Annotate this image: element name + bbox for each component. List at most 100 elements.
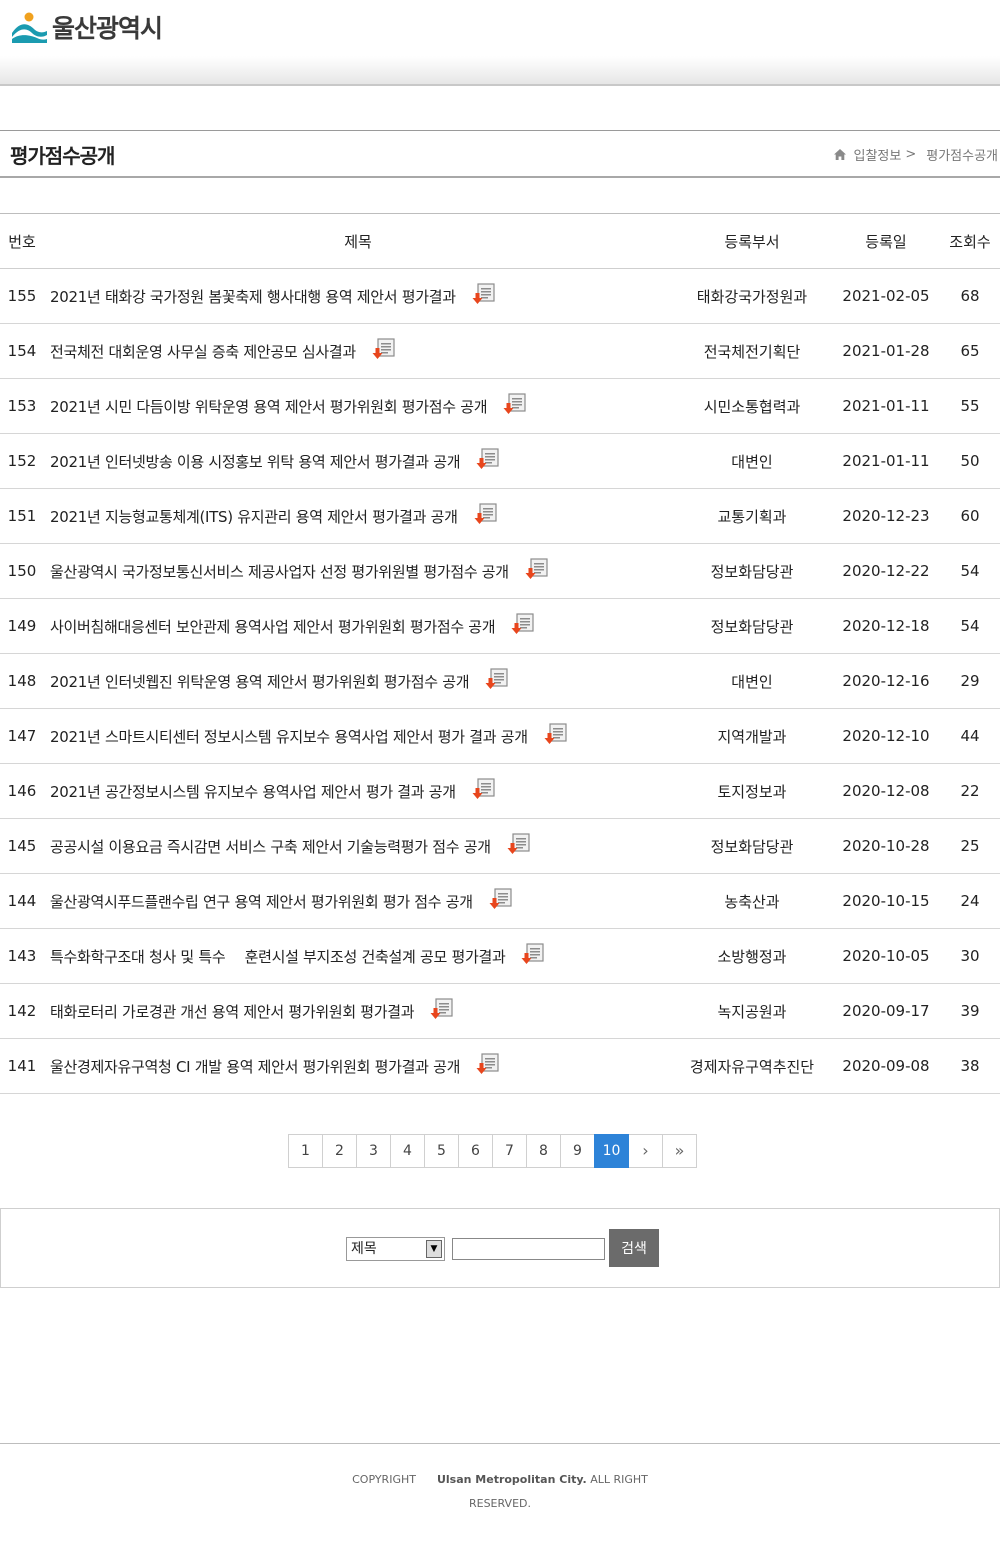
file-download-icon[interactable] [476,447,500,471]
breadcrumb-separator: > [905,147,917,162]
row-title-link[interactable]: 공공시설 이용요금 즉시감면 서비스 구축 제안서 기술능력평가 점수 공개 [50,836,491,857]
row-department: 교통기획과 [672,488,832,544]
last-page-button[interactable]: » [662,1134,697,1168]
file-download-icon[interactable] [544,722,568,746]
page-link-10[interactable]: 10 [594,1134,629,1168]
row-date: 2021-01-11 [832,433,940,489]
file-download-icon[interactable] [472,777,496,801]
file-download-icon[interactable] [521,942,545,966]
row-number: 149 [0,598,44,654]
dropdown-arrow-icon[interactable]: ▼ [426,1240,442,1258]
page-link-1[interactable]: 1 [288,1134,323,1168]
table-row: 144 울산광역시푸드플랜수립 연구 용역 제안서 평가위원회 평가 점수 공개 농… [0,873,1000,929]
row-views: 60 [940,488,1000,544]
row-title-cell: 2021년 인터넷방송 이용 시정홍보 위탁 용역 제안서 평가결과 공개 [44,433,672,489]
file-download-icon[interactable] [503,392,527,416]
page-link-9[interactable]: 9 [560,1134,595,1168]
page-title-bar: 평가점수공개 입찰정보 > 평가점수공개 [0,130,1000,178]
page-link-2[interactable]: 2 [322,1134,357,1168]
search-input[interactable] [452,1238,605,1260]
row-date: 2021-01-28 [832,323,940,379]
row-views: 24 [940,873,1000,929]
row-number: 142 [0,983,44,1039]
row-title-link[interactable]: 2021년 지능형교통체계(ITS) 유지관리 용역 제안서 평가결과 공개 [50,506,458,527]
row-title-cell: 2021년 태화강 국가정원 봄꽃축제 행사대행 용역 제안서 평가결과 [44,268,672,324]
breadcrumb: 입찰정보 > 평가점수공개 [833,145,998,164]
col-header-department: 등록부서 [672,213,832,269]
row-number: 145 [0,818,44,874]
file-download-icon[interactable] [472,282,496,306]
row-department: 태화강국가정원과 [672,268,832,324]
row-title-link[interactable]: 특수화학구조대 청사 및 특수 훈련시설 부지조성 건축설계 공모 평가결과 [50,946,506,967]
site-logo[interactable]: 울산광역시 [10,10,163,44]
search-box: 제목 ▼ 검색 [0,1208,1000,1288]
page-link-3[interactable]: 3 [356,1134,391,1168]
file-download-icon[interactable] [476,1052,500,1076]
row-views: 68 [940,268,1000,324]
row-views: 25 [940,818,1000,874]
page-link-4[interactable]: 4 [390,1134,425,1168]
row-title-link[interactable]: 태화로터리 가로경관 개선 용역 제안서 평가위원회 평가결과 [50,1001,415,1022]
file-download-icon[interactable] [511,612,535,636]
row-department: 토지정보과 [672,763,832,819]
row-number: 146 [0,763,44,819]
row-title-link[interactable]: 2021년 태화강 국가정원 봄꽃축제 행사대행 용역 제안서 평가결과 [50,286,456,307]
row-views: 30 [940,928,1000,984]
search-button[interactable]: 검색 [609,1229,659,1267]
table-row: 146 2021년 공간정보시스템 유지보수 용역사업 제안서 평가 결과 공개 토… [0,763,1000,819]
search-field-select[interactable]: 제목 ▼ [346,1237,445,1261]
row-title-link[interactable]: 전국체전 대회운영 사무실 증축 제안공모 심사결과 [50,341,356,362]
row-title-link[interactable]: 울산광역시푸드플랜수립 연구 용역 제안서 평가위원회 평가 점수 공개 [50,891,473,912]
file-download-icon[interactable] [372,337,396,361]
ulsan-logo-icon [12,12,47,43]
table-row: 149 사이버침해대응센터 보안관제 용역사업 제안서 평가위원회 평가점수 공개… [0,598,1000,654]
row-title-link[interactable]: 2021년 공간정보시스템 유지보수 용역사업 제안서 평가 결과 공개 [50,781,456,802]
file-download-icon[interactable] [485,667,509,691]
row-title-link[interactable]: 울산경제자유구역청 CI 개발 용역 제안서 평가위원회 평가결과 공개 [50,1056,460,1077]
row-title-link[interactable]: 2021년 인터넷웹진 위탁운영 용역 제안서 평가위원회 평가점수 공개 [50,671,470,692]
row-title-link[interactable]: 2021년 시민 다듬이방 위탁운영 용역 제안서 평가위원회 평가점수 공개 [50,396,488,417]
row-title-link[interactable]: 울산광역시 국가정보통신서비스 제공사업자 선정 평가위원별 평가점수 공개 [50,561,509,582]
row-date: 2021-01-11 [832,378,940,434]
row-title-cell: 태화로터리 가로경관 개선 용역 제안서 평가위원회 평가결과 [44,983,672,1039]
file-download-icon[interactable] [430,997,454,1021]
row-number: 147 [0,708,44,764]
row-department: 전국체전기획단 [672,323,832,379]
logo-text: 울산광역시 [52,14,163,43]
file-download-icon[interactable] [507,832,531,856]
row-title-link[interactable]: 2021년 인터넷방송 이용 시정홍보 위탁 용역 제안서 평가결과 공개 [50,451,461,472]
page-link-8[interactable]: 8 [526,1134,561,1168]
row-date: 2020-12-23 [832,488,940,544]
row-date: 2020-12-08 [832,763,940,819]
page-link-6[interactable]: 6 [458,1134,493,1168]
page-link-5[interactable]: 5 [424,1134,459,1168]
row-number: 148 [0,653,44,709]
table-row: 142 태화로터리 가로경관 개선 용역 제안서 평가위원회 평가결과 녹지공원과 2… [0,983,1000,1039]
next-page-button[interactable]: › [628,1134,663,1168]
row-views: 38 [940,1038,1000,1094]
file-download-icon[interactable] [489,887,513,911]
row-title-link[interactable]: 사이버침해대응센터 보안관제 용역사업 제안서 평가위원회 평가점수 공개 [50,616,496,637]
search-field-selected: 제목 [351,1241,377,1257]
row-date: 2021-02-05 [832,268,940,324]
row-views: 39 [940,983,1000,1039]
page-title: 평가점수공개 [10,144,115,168]
breadcrumb-item-bid-info[interactable]: 입찰정보 [853,145,901,164]
file-download-icon[interactable] [474,502,498,526]
row-department: 정보화담당관 [672,598,832,654]
row-title-link[interactable]: 2021년 스마트시티센터 정보시스템 유지보수 용역사업 제안서 평가 결과 … [50,726,528,747]
row-date: 2020-12-22 [832,543,940,599]
table-row: 151 2021년 지능형교통체계(ITS) 유지관리 용역 제안서 평가결과 공… [0,488,1000,544]
row-number: 153 [0,378,44,434]
row-views: 54 [940,543,1000,599]
table-row: 150 울산광역시 국가정보통신서비스 제공사업자 선정 평가위원별 평가점수 공… [0,543,1000,599]
row-views: 55 [940,378,1000,434]
row-department: 지역개발과 [672,708,832,764]
row-department: 녹지공원과 [672,983,832,1039]
home-icon[interactable] [833,148,847,161]
row-date: 2020-10-15 [832,873,940,929]
page-link-7[interactable]: 7 [492,1134,527,1168]
col-header-number: 번호 [0,213,44,269]
copyright-org: Ulsan Metropolitan City. [436,1473,587,1486]
file-download-icon[interactable] [525,557,549,581]
